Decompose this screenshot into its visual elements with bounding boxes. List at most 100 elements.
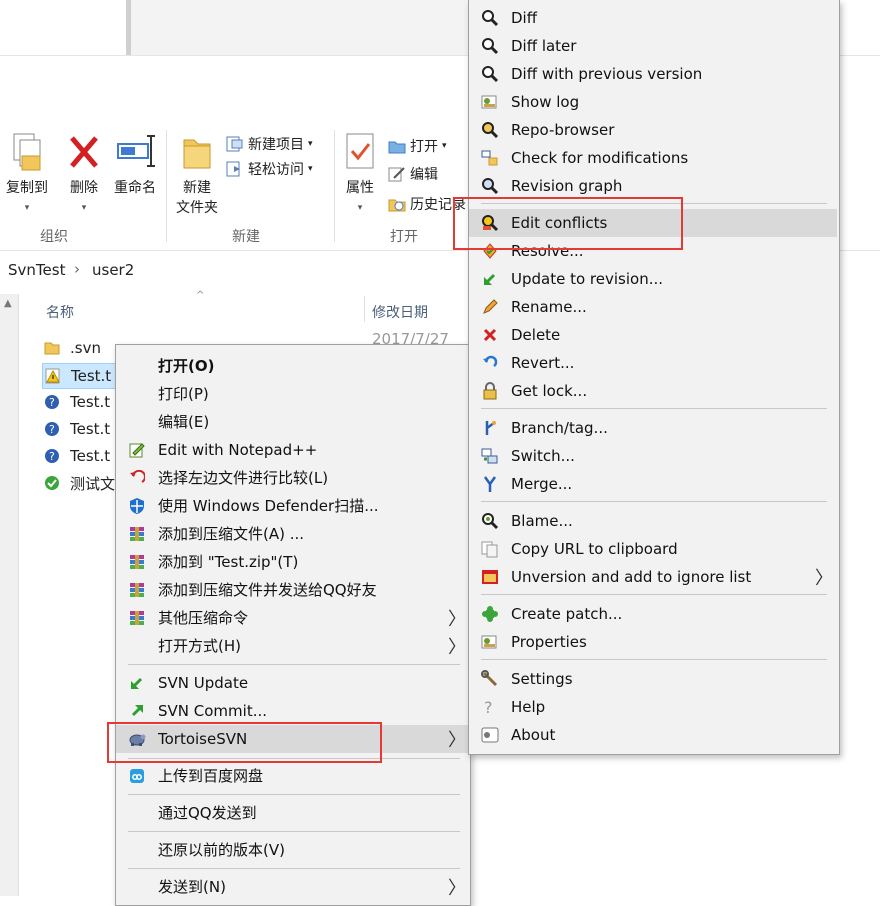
- menu-item-label: Delete: [511, 325, 561, 344]
- menu-item-add-test-zip[interactable]: 添加到 "Test.zip"(T): [116, 548, 470, 575]
- menu-item-label: Unversion and add to ignore list: [511, 567, 752, 586]
- menu-item-label: Repo-browser: [511, 120, 615, 139]
- update-revision-icon: [481, 270, 499, 288]
- menu-item-svn-commit[interactable]: SVN Commit...: [116, 697, 470, 724]
- menu-item-open-with[interactable]: 打开方式(H) 〉: [116, 632, 470, 659]
- svn-item-diff-later[interactable]: Diff later: [469, 32, 839, 59]
- menu-item-send-via-qq[interactable]: 通过QQ发送到: [116, 799, 470, 826]
- menu-item-restore-previous[interactable]: 还原以前的版本(V): [116, 836, 470, 863]
- switch-icon: [481, 447, 499, 465]
- menu-item-notepadpp[interactable]: Edit with Notepad++: [116, 436, 470, 463]
- menu-item-add-archive[interactable]: 添加到压缩文件(A) ...: [116, 520, 470, 547]
- column-name[interactable]: 名称: [46, 302, 74, 322]
- svn-item-rename[interactable]: Rename...: [469, 293, 839, 320]
- svn-update-icon: [128, 674, 146, 692]
- menu-item-label: Diff with previous version: [511, 64, 703, 83]
- svn-item-repo-browser[interactable]: Repo-browser: [469, 116, 839, 143]
- sort-up-icon: ^: [196, 290, 205, 301]
- menu-item-baidu-upload[interactable]: 上传到百度网盘: [116, 762, 470, 789]
- open-label: 打开: [410, 139, 438, 155]
- list-item[interactable]: ? Test.t: [44, 417, 110, 441]
- menu-item-compare-left[interactable]: 选择左边文件进行比较(L): [116, 464, 470, 491]
- menu-item-label: 发送到(N): [158, 878, 226, 896]
- menu-item-svn-update[interactable]: SVN Update: [116, 669, 470, 696]
- new-folder-button[interactable]: 新建 文件夹: [172, 132, 222, 218]
- merge-icon: [481, 475, 499, 493]
- diff-previous-icon: [481, 65, 499, 83]
- copy-to-button[interactable]: 复制到 ▾: [2, 132, 52, 218]
- menu-separator: [128, 831, 460, 832]
- menu-item-label: Show log: [511, 92, 580, 111]
- group-new-label: 新建: [232, 229, 260, 245]
- menu-item-label: Switch...: [511, 446, 575, 465]
- breadcrumb-svntest[interactable]: SvnTest: [8, 261, 65, 279]
- properties-button[interactable]: 属性 ▾: [340, 132, 380, 218]
- menu-item-archive-send-qq[interactable]: 添加到压缩文件并发送给QQ好友: [116, 576, 470, 603]
- menu-item-label: 还原以前的版本(V): [158, 841, 285, 859]
- list-item[interactable]: 测试文: [44, 471, 115, 495]
- delete-x-icon: [70, 136, 98, 168]
- menu-item-defender[interactable]: 使用 Windows Defender扫描...: [116, 492, 470, 519]
- menu-item-label: 添加到压缩文件(A) ...: [158, 525, 305, 543]
- group-organize-label: 组织: [40, 229, 68, 245]
- svn-item-properties[interactable]: Properties: [469, 628, 839, 655]
- list-item[interactable]: .svn 2017/7/27 22:...: [44, 330, 449, 366]
- details-pane: [844, 294, 880, 896]
- svn-item-about[interactable]: About: [469, 721, 839, 748]
- menu-item-label: Revision graph: [511, 176, 623, 195]
- open-icon: [388, 141, 406, 154]
- menu-item-label: Diff: [511, 8, 538, 27]
- menu-item-label: 打开方式(H): [158, 637, 241, 655]
- menu-separator: [481, 501, 827, 502]
- delete-dropdown-icon: ▾: [81, 203, 87, 213]
- delete-button[interactable]: 删除 ▾: [64, 132, 104, 218]
- new-item-dropdown-icon: ▾: [308, 139, 313, 149]
- list-item[interactable]: ? Test.t: [44, 390, 110, 414]
- svn-item-get-lock[interactable]: Get lock...: [469, 377, 839, 404]
- svn-item-diff[interactable]: Diff: [469, 4, 839, 31]
- svn-item-diff-previous[interactable]: Diff with previous version: [469, 60, 839, 87]
- menu-separator: [481, 408, 827, 409]
- svn-item-revert[interactable]: Revert...: [469, 349, 839, 376]
- svn-item-blame[interactable]: Blame...: [469, 507, 839, 534]
- menu-item-print[interactable]: 打印(P): [116, 380, 470, 407]
- group-open-label: 打开: [390, 229, 418, 245]
- menu-item-other-archive[interactable]: 其他压缩命令 〉: [116, 604, 470, 631]
- svn-item-branch-tag[interactable]: Branch/tag...: [469, 414, 839, 441]
- menu-item-open[interactable]: 打开(O): [116, 352, 470, 379]
- breadcrumb-user2[interactable]: user2: [92, 261, 134, 279]
- svn-item-merge[interactable]: Merge...: [469, 470, 839, 497]
- svn-item-revision-graph[interactable]: Revision graph: [469, 172, 839, 199]
- easy-access-button[interactable]: 轻松访问 ▾: [226, 159, 313, 179]
- open-button[interactable]: 打开 ▾: [388, 136, 447, 156]
- svn-item-copy-url[interactable]: Copy URL to clipboard: [469, 535, 839, 562]
- new-item-icon: [226, 136, 243, 152]
- column-divider[interactable]: [364, 296, 365, 322]
- edit-button[interactable]: 编辑: [388, 164, 438, 184]
- menu-item-label: 选择左边文件进行比较(L): [158, 469, 329, 487]
- rename-button[interactable]: 重命名: [110, 132, 160, 198]
- menu-item-edit[interactable]: 编辑(E): [116, 408, 470, 435]
- file-name: Test.t: [70, 420, 111, 438]
- list-item[interactable]: ? Test.t: [44, 444, 110, 468]
- svn-item-help[interactable]: ? Help: [469, 693, 839, 720]
- svn-item-update-to-revision[interactable]: Update to revision...: [469, 265, 839, 292]
- svn-item-show-log[interactable]: Show log: [469, 88, 839, 115]
- lock-icon: [481, 381, 499, 400]
- scrollbar[interactable]: ▲: [0, 294, 19, 896]
- column-modified[interactable]: 修改日期: [372, 302, 428, 322]
- svn-item-create-patch[interactable]: Create patch...: [469, 600, 839, 627]
- show-log-icon: [481, 93, 499, 111]
- file-name: Test.t: [70, 447, 111, 465]
- new-item-button[interactable]: 新建项目 ▾: [226, 134, 313, 154]
- svn-item-unversion-ignore[interactable]: Unversion and add to ignore list 〉: [469, 563, 839, 590]
- menu-item-label: 上传到百度网盘: [158, 767, 264, 785]
- svn-item-settings[interactable]: Settings: [469, 665, 839, 692]
- svn-item-delete[interactable]: Delete: [469, 321, 839, 348]
- list-item-selected[interactable]: Test.t: [42, 363, 124, 389]
- svn-item-switch[interactable]: Switch...: [469, 442, 839, 469]
- menu-separator: [481, 594, 827, 595]
- copy-to-icon: [13, 133, 41, 171]
- svn-item-check-modifications[interactable]: Check for modifications: [469, 144, 839, 171]
- unversioned-file-icon: ?: [44, 421, 60, 437]
